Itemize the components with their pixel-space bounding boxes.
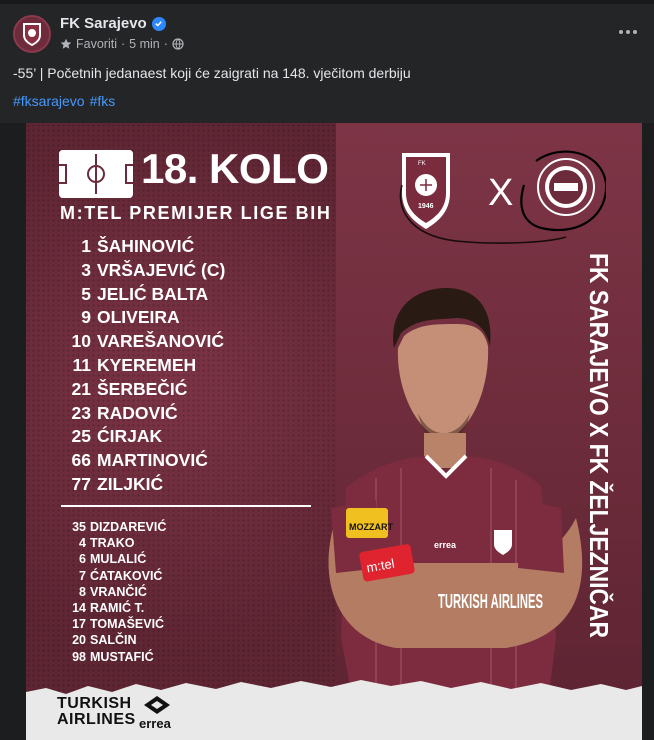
list-item: 11 KYEREMEH <box>72 354 197 375</box>
hashtag-link[interactable]: #fksarajevo <box>13 93 85 109</box>
list-item: 21 ŠERBEČIĆ <box>71 378 188 399</box>
lineup-graphic: 18. KOLO M:TEL PREMIJER LIGE BIH 1 ŠAHINO… <box>26 123 642 740</box>
more-options-icon[interactable] <box>616 26 640 38</box>
list-item: 8 VRANČIĆ <box>79 584 147 599</box>
list-item: 5 JELIĆ BALTA <box>81 283 209 304</box>
club-badges: FK 1946 X <box>399 150 606 244</box>
svg-text:TURKISH AIRLINES: TURKISH AIRLINES <box>438 591 543 613</box>
list-item: 98 MUSTAFIĆ <box>72 649 154 664</box>
favorites-label[interactable]: Favoriti <box>76 37 117 51</box>
svg-text:1946: 1946 <box>418 203 434 210</box>
svg-text:errea: errea <box>434 540 457 550</box>
post-meta: Favoriti · 5 min · <box>60 37 184 51</box>
list-item: 9 OLIVEIRA <box>81 307 180 328</box>
list-item: 66 MARTINOVIĆ <box>71 450 208 471</box>
meta-separator: · <box>120 37 126 51</box>
globe-icon <box>172 38 184 50</box>
football-pitch-icon <box>57 150 135 198</box>
starting-lineup: 1 ŠAHINOVIĆ 3 VRŠAJEVIĆ (C) 5 JELIĆ BALTA 9… <box>62 235 226 497</box>
match-title-vertical: FK SARAJEVO X FK ŽELJEZNIČAR <box>584 253 614 638</box>
fk-sarajevo-crest-icon <box>23 23 41 46</box>
list-item: 17 TOMAŠEVIĆ <box>72 617 165 632</box>
post-text: -55’ | Početnih jedanaest koji će zaigra… <box>13 65 411 81</box>
list-item: 10 VAREŠANOVIĆ <box>71 331 225 352</box>
list-item: 23 RADOVIĆ <box>71 402 178 423</box>
top-strip <box>0 0 654 4</box>
list-item: 7 ĆATAKOVIĆ <box>79 568 163 583</box>
list-item: 20 SALČIN <box>72 633 137 648</box>
substitutes-list: 35 DIZDAREVIĆ 4 TRAKO 6 MULALIĆ 7 ĆATAKOVIĆ … <box>62 519 166 665</box>
star-icon <box>60 38 72 49</box>
page-name-link[interactable]: FK Sarajevo <box>60 15 147 32</box>
errea-wordmark: errea <box>139 716 171 731</box>
svg-text:FK SARAJEVO X FK ŽELJEZNIČAR: FK SARAJEVO X FK ŽELJEZNIČAR <box>584 253 614 638</box>
page-name-row: FK Sarajevo <box>60 15 166 32</box>
list-item: 4 TRAKO <box>79 536 135 551</box>
hashtag-link[interactable]: #fks <box>90 93 116 109</box>
verified-badge-icon <box>151 16 166 31</box>
page-avatar[interactable] <box>13 15 51 53</box>
hashtags: #fksarajevo #fks <box>13 93 115 109</box>
list-item: 1 ŠAHINOVIĆ <box>81 236 195 256</box>
post-time[interactable]: 5 min <box>129 37 160 51</box>
list-item: 25 ĆIRJAK <box>71 426 163 447</box>
list-item: 77 ZILJKIĆ <box>71 473 164 494</box>
meta-separator: · <box>163 37 168 51</box>
divider <box>61 505 311 507</box>
list-item: 14 RAMIĆ T. <box>72 601 145 616</box>
post-image[interactable]: 18. KOLO M:TEL PREMIJER LIGE BIH 1 ŠAHINO… <box>0 123 654 740</box>
league-name: M:TEL PREMIJER LIGE BIH <box>60 203 332 223</box>
errea-logo-icon <box>144 696 170 714</box>
svg-text:MOZZART: MOZZART <box>349 522 393 532</box>
list-item: 35 DIZDAREVIĆ <box>72 520 167 534</box>
player-face <box>397 324 489 440</box>
svg-text:X: X <box>488 172 513 214</box>
sponsor-logo: TURKISH AIRLINES <box>57 696 170 728</box>
svg-text:FK: FK <box>418 161 426 167</box>
list-item: 3 VRŠAJEVIĆ (C) <box>81 259 226 280</box>
list-item: 6 MULALIĆ <box>79 552 147 567</box>
round-title: 18. KOLO <box>141 145 329 192</box>
fk-zeljeznicar-badge-icon <box>537 158 595 216</box>
